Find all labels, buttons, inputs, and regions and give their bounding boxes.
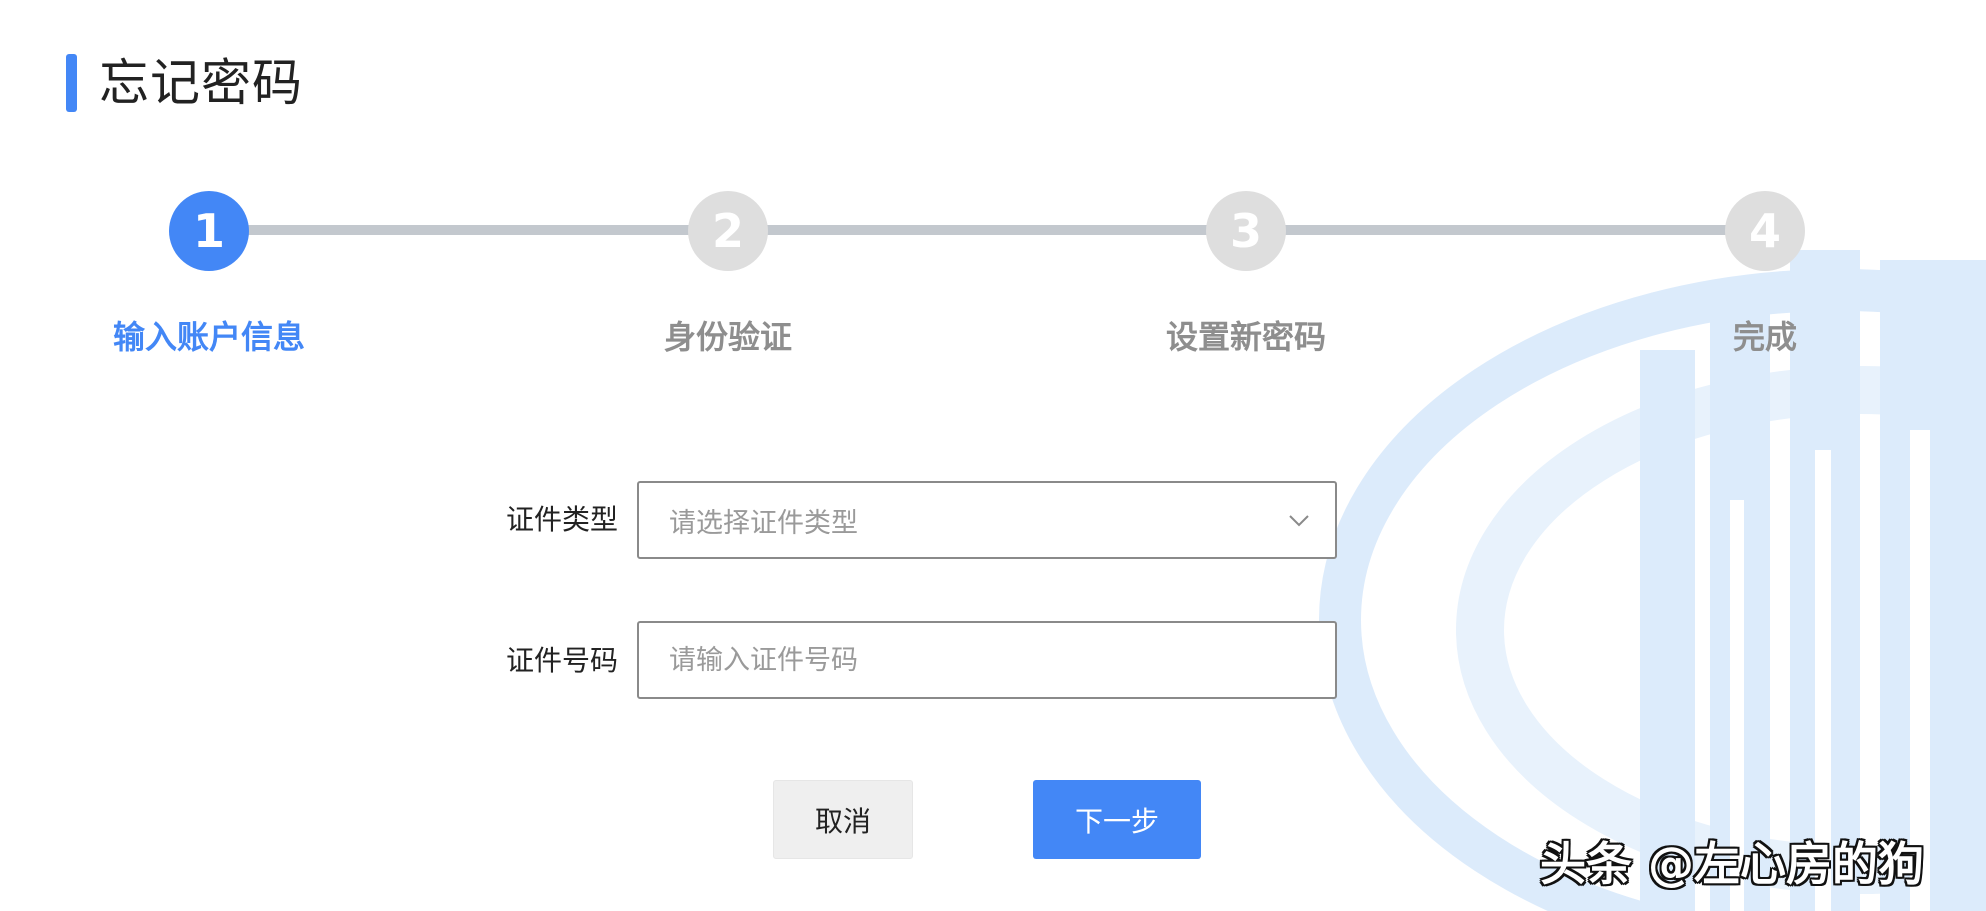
step-2-label: 身份验证 <box>663 318 792 356</box>
step-connector <box>1284 225 1736 235</box>
step-3-label: 设置新密码 <box>1165 318 1326 356</box>
step-connector <box>248 225 696 235</box>
step-1-label: 输入账户信息 <box>112 318 305 356</box>
id-number-field <box>637 621 1337 699</box>
step-3-circle: 3 <box>1206 191 1286 271</box>
id-number-label: 证件号码 <box>505 644 618 677</box>
next-step-button[interactable]: 下一步 <box>1033 780 1201 859</box>
id-number-input[interactable] <box>639 623 1335 697</box>
step-connector <box>766 225 1214 235</box>
step-2-circle: 2 <box>688 191 768 271</box>
id-type-select[interactable]: 请选择证件类型 <box>637 481 1337 559</box>
progress-stepper: 1 2 3 4 输入账户信息 身份验证 设置新密码 完成 <box>0 0 1986 380</box>
step-4-circle: 4 <box>1725 191 1805 271</box>
id-type-placeholder: 请选择证件类型 <box>669 507 858 539</box>
cancel-button[interactable]: 取消 <box>773 780 913 859</box>
step-4-label: 完成 <box>1732 318 1797 356</box>
chevron-down-icon <box>1289 515 1309 527</box>
id-type-label: 证件类型 <box>505 503 618 536</box>
step-1-circle: 1 <box>169 191 249 271</box>
watermark-text: 头条 @左心房的狗 <box>1540 837 1925 891</box>
